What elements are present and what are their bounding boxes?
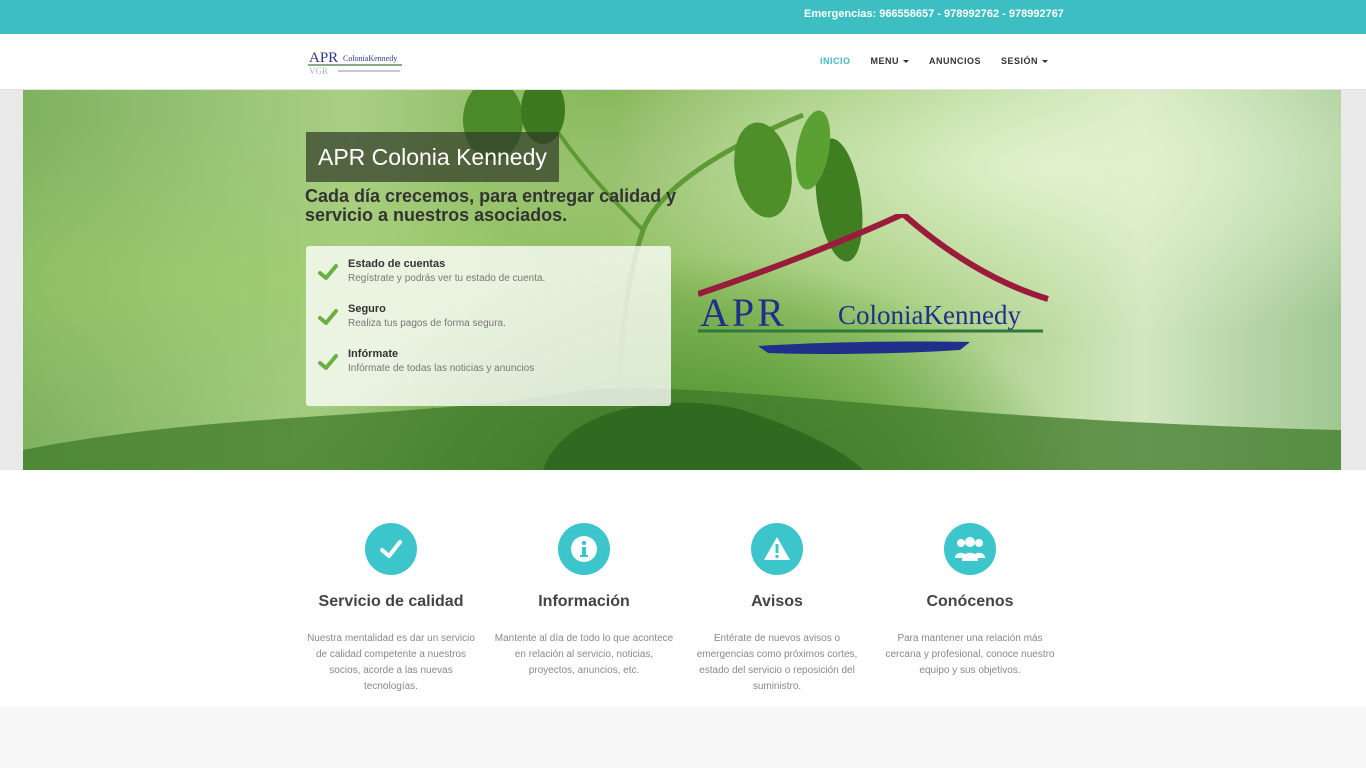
nav-anuncios[interactable]: ANUNCIOS	[929, 56, 981, 66]
emergency-topbar: Emergencias: 966558657 - 978992762 - 978…	[0, 0, 1366, 34]
apr-logo-icon: APR ColoniaKennedy VGR	[308, 50, 402, 76]
plant-background-illustration	[23, 90, 1341, 470]
hero-title: APR Colonia Kennedy	[306, 132, 559, 182]
feature-item: Infórmate Infórmate de todas las noticias…	[318, 348, 671, 393]
service-title: Información	[538, 593, 630, 610]
feature-item: Seguro Realiza tus pagos de forma segura.	[318, 303, 671, 348]
main-nav: INICIO MENU ANUNCIOS SESIÓN	[820, 56, 1048, 66]
service-desc: Entérate de nuevos avisos o emergencias …	[696, 633, 858, 692]
nav-anuncios-label: ANUNCIOS	[928, 56, 981, 66]
service-desc: Para mantener una relación más cercana y…	[885, 633, 1055, 676]
users-icon	[955, 537, 985, 561]
nav-menu-dropdown[interactable]: MENU	[870, 56, 909, 66]
service-icon-circle	[365, 523, 417, 575]
service-card: Información Mantente al día de todo lo q…	[494, 523, 674, 679]
hero-left-margin	[0, 90, 23, 470]
nav-sesion-label: SESIÓN	[1000, 56, 1038, 66]
service-desc: Nuestra mentalidad es dar un servicio de…	[307, 633, 475, 692]
service-card: Avisos Entérate de nuevos avisos o emerg…	[687, 523, 867, 695]
nav-inicio-label: INICIO	[819, 56, 851, 66]
nav-inicio[interactable]: INICIO	[820, 56, 851, 66]
info-icon	[571, 536, 597, 562]
service-title: Servicio de calidad	[318, 593, 464, 610]
warning-icon	[764, 537, 790, 560]
hero-subtitle: Cada día crecemos, para entregar calidad…	[305, 186, 677, 225]
feature-desc: Infórmate de todas las noticias y anunci…	[348, 363, 535, 374]
feature-title: Infórmate	[348, 348, 399, 360]
services-section: Servicio de calidad Nuestra mentalidad e…	[0, 470, 1366, 707]
service-card: Servicio de calidad Nuestra mentalidad e…	[301, 523, 481, 695]
service-title: Avisos	[751, 593, 803, 610]
check-icon	[318, 354, 338, 370]
service-icon-circle	[558, 523, 610, 575]
check-icon	[318, 264, 338, 280]
service-desc: Mantente al día de todo lo que acontece …	[494, 633, 674, 676]
apr-brand-logo-icon: APR ColoniaKennedy	[698, 214, 1049, 354]
check-icon	[318, 309, 338, 325]
feature-title: Estado de cuentas	[348, 258, 446, 270]
nav-menu-label: MENU	[870, 56, 899, 66]
service-icon-circle	[944, 523, 996, 575]
features-panel: Estado de cuentas Regístrate y podrás ver…	[306, 246, 671, 406]
hero-right-margin	[1341, 90, 1366, 470]
site-logo[interactable]: APR ColoniaKennedy VGR	[308, 48, 404, 76]
nav-sesion-dropdown[interactable]: SESIÓN	[1001, 56, 1048, 66]
feature-title: Seguro	[348, 303, 386, 315]
feature-desc: Realiza tus pagos de forma segura.	[348, 318, 506, 329]
svg-text:APR: APR	[700, 290, 787, 335]
check-icon	[380, 540, 402, 558]
feature-desc: Regístrate y podrás ver tu estado de cue…	[348, 273, 546, 284]
service-card: Conócenos Para mantener una relación más…	[880, 523, 1060, 679]
main-navbar: APR ColoniaKennedy VGR INICIO MENU ANUNC…	[0, 34, 1366, 90]
svg-text:ColoniaKennedy: ColoniaKennedy	[838, 300, 1021, 330]
service-icon-circle	[751, 523, 803, 575]
hero-banner: APR Colonia Kennedy Cada día crecemos, p…	[23, 90, 1341, 470]
caret-down-icon	[902, 59, 909, 63]
svg-text:VGR: VGR	[309, 66, 328, 76]
svg-text:ColoniaKennedy: ColoniaKennedy	[343, 54, 397, 63]
emergency-phones: Emergencias: 966558657 - 978992762 - 978…	[804, 8, 1064, 20]
caret-down-icon	[1042, 59, 1048, 63]
service-title: Conócenos	[926, 593, 1014, 610]
svg-text:APR: APR	[309, 50, 338, 66]
feature-item: Estado de cuentas Regístrate y podrás ver…	[318, 258, 671, 303]
